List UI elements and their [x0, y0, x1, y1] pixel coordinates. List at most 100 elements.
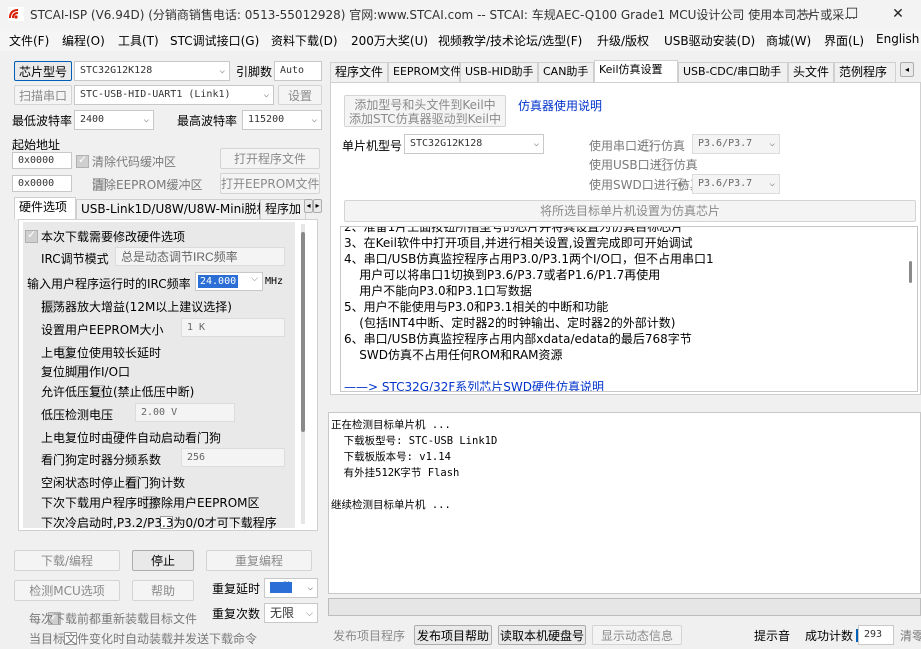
auto-load-label: 当目标文件变化时自动装载并发送下载命令 — [29, 632, 258, 646]
max-baud-select[interactable]: 115200 ⌵ — [242, 110, 322, 130]
sim-notes-content: 2、准备1片上面按钮所指型号的芯片并将其设置为仿真目标芯片 3、在Keil软件中… — [344, 226, 904, 391]
tab-eeprom-file[interactable]: EEPROM文件 — [388, 62, 461, 82]
tab-scroll-left-icon[interactable]: ◂ — [900, 62, 914, 77]
modify-hw-checkbox[interactable] — [25, 228, 38, 243]
max-baud-value: 115200 — [248, 114, 285, 125]
note-line: 用户不能向P3.0和P3.1口写数据 — [344, 284, 532, 298]
pin-count-select[interactable]: Auto — [274, 61, 322, 81]
modify-hw-label: 本次下载需要修改硬件选项 — [41, 230, 186, 244]
maximize-button[interactable]: ☐ — [829, 0, 875, 29]
osc-gain-label: 振荡器放大增益(12M以上建议选择) — [41, 300, 232, 314]
tab-scroll-left-icon[interactable]: ◂ — [304, 199, 313, 213]
repeat-count-select[interactable]: 无限 ⌵ — [264, 603, 318, 623]
repeat-delay-select[interactable]: 3 秒 ⌵ — [264, 578, 318, 598]
menu-videos[interactable]: 视频教学/技术论坛/选型(F) — [438, 32, 582, 49]
menu-debug-interface[interactable]: STC调试接口(G) — [170, 32, 259, 49]
publish-help-button[interactable]: 发布项目帮助 — [414, 625, 492, 645]
irc-mode-label: IRC调节模式 — [41, 252, 109, 266]
log-content: 正在检测目标单片机 ... 下载板型号: STC-USB Link1D 下载板版… — [331, 417, 497, 513]
tab-usb-hid[interactable]: USB-HID助手 — [460, 62, 538, 82]
irc-mode-select[interactable]: 总是动态调节IRC频率 — [115, 247, 285, 266]
window-title: STCAI-ISP (V6.94D) (分销商销售电话: 0513-550129… — [30, 8, 856, 22]
download-button[interactable]: 下载/编程 — [14, 550, 120, 571]
menu-interface[interactable]: 界面(L) — [824, 32, 864, 49]
open-eeprom-button[interactable]: 打开EEPROM文件 — [220, 173, 320, 194]
read-serial-button[interactable]: 读取本机硬盘号 — [498, 625, 586, 645]
hardware-scrollbar-thumb[interactable] — [301, 232, 305, 432]
mcu-model-value: STC32G12K128 — [410, 138, 483, 149]
sim-notes-textarea[interactable]: 2、准备1片上面按钮所指型号的芯片并将其设置为仿真目标芯片 3、在Keil软件中… — [340, 226, 918, 392]
menu-shop[interactable]: 商城(W) — [766, 32, 811, 49]
menu-upgrade[interactable]: 升级/版权 — [597, 32, 649, 49]
progress-bar — [328, 598, 921, 616]
swd-guide-link[interactable]: ——> STC32G/32F系列芯片SWD硬件仿真说明 — [344, 379, 904, 391]
clear-count-button[interactable]: 清零 — [900, 627, 921, 644]
tab-scroll-right-icon[interactable]: ▸ — [313, 199, 322, 213]
tab-program-file[interactable]: 程序文件 — [330, 62, 388, 82]
sim-guide-link[interactable]: 仿真器使用说明 — [518, 97, 602, 114]
code-address-input[interactable]: 0x0000 — [12, 152, 72, 169]
settings-button[interactable]: 设置 — [278, 85, 322, 105]
menu-english[interactable]: English — [876, 32, 919, 46]
eeprom-size-label: 设置用户EEPROM大小 — [41, 323, 164, 337]
menu-file[interactable]: 文件(F) — [9, 32, 49, 49]
scan-port-button[interactable]: 扫描串口 — [14, 85, 72, 105]
menu-tools[interactable]: 工具(T) — [118, 32, 159, 49]
help-button[interactable]: 帮助 — [132, 580, 194, 601]
publish-program-button[interactable]: 发布项目程序 — [330, 625, 408, 645]
note-line: 用户可以将串口1切换到P3.6/P3.7或者P1.6/P1.7再使用 — [344, 268, 661, 282]
log-output[interactable]: 正在检测目标单片机 ... 下载板型号: STC-USB Link1D 下载板版… — [328, 412, 921, 594]
detect-mcu-button[interactable]: 检测MCU选项 — [14, 580, 120, 601]
irc-freq-input[interactable]: 24.000 ⌵ — [195, 272, 263, 291]
swd-sim-select[interactable]: P3.6/P3.7 ⌵ — [692, 174, 780, 194]
tab-usb-link-offline[interactable]: USB-Link1D/U8W/U8W-Mini脱机 — [76, 199, 269, 219]
chip-model-button[interactable]: 芯片型号 — [14, 61, 72, 81]
set-sim-chip-button[interactable]: 将所选目标单片机设置为仿真芯片 — [344, 200, 916, 222]
tab-hardware-options[interactable]: 硬件选项 — [14, 197, 76, 219]
max-baud-label: 最高波特率 — [177, 114, 238, 128]
tab-keil-sim[interactable]: Keil仿真设置 — [594, 60, 678, 82]
lvd-voltage-select[interactable]: 2.00 V — [135, 403, 235, 422]
tab-usb-cdc[interactable]: USB-CDC/串口助手 — [678, 62, 788, 82]
chevron-down-icon: ⌵ — [533, 139, 539, 149]
close-button[interactable]: ✕ — [875, 0, 921, 29]
port-select[interactable]: STC-USB-HID-UART1 (Link1) ⌵ — [74, 85, 274, 105]
port-value: STC-USB-HID-UART1 (Link1) — [80, 89, 231, 100]
menu-usb-driver[interactable]: USB驱动安装(D) — [664, 32, 755, 49]
mcu-model-label: 单片机型号 — [342, 139, 403, 153]
reset-pin-label: 复位脚用作I/O口 — [41, 365, 131, 379]
repeat-count-value: 无限 — [270, 606, 295, 620]
eeprom-size-select[interactable]: 1 K — [181, 318, 285, 337]
notes-scrollbar-thumb[interactable] — [909, 261, 912, 283]
menu-downloads[interactable]: 资料下载(D) — [271, 32, 338, 49]
tab-examples[interactable]: 范例程序 — [834, 62, 896, 82]
tab-can-helper[interactable]: CAN助手 — [538, 62, 594, 82]
menu-program[interactable]: 编程(O) — [62, 32, 105, 49]
clear-code-checkbox[interactable] — [76, 153, 89, 168]
menu-prize[interactable]: 200万大奖(U) — [351, 32, 428, 49]
minimize-button[interactable]: — — [783, 0, 829, 29]
wdt-div-select[interactable]: 256 — [181, 448, 285, 467]
log-line: 有外挂512K字节 Flash — [331, 467, 460, 479]
serial-sim-select[interactable]: P3.6/P3.7 ⌵ — [692, 134, 780, 154]
note-line: 2、准备1片上面按钮所指型号的芯片并将其设置为仿真目标芯片 — [344, 226, 684, 234]
note-line: (包括INT4中断、定时器2的时钟输出、定时器2的外部计数) — [344, 316, 676, 330]
open-program-button[interactable]: 打开程序文件 — [220, 148, 320, 169]
tab-program-encrypt[interactable]: 程序加 — [260, 199, 306, 219]
app-icon — [8, 7, 24, 21]
reload-label: 每次下载前都重新装载目标文件 — [29, 612, 198, 626]
notes-scrollbar-track[interactable] — [905, 227, 917, 391]
eeprom-address-input[interactable]: 0x0000 — [12, 175, 72, 192]
eeprom-address-value: 0x0000 — [18, 178, 55, 189]
lvd-voltage-value: 2.00 V — [141, 407, 178, 418]
tab-header-file[interactable]: 头文件 — [788, 62, 834, 82]
min-baud-label: 最低波特率 — [12, 114, 73, 128]
stop-button[interactable]: 停止 — [132, 550, 194, 571]
show-dynamic-button[interactable]: 显示动态信息 — [592, 625, 682, 645]
chip-model-select[interactable]: STC32G12K128 ⌵ — [74, 61, 230, 81]
mcu-model-select[interactable]: STC32G12K128 ⌵ — [404, 134, 544, 154]
add-keil-button[interactable]: 添加型号和头文件到Keil中 添加STC仿真器驱动到Keil中 — [344, 95, 506, 127]
min-baud-select[interactable]: 2400 ⌵ — [74, 110, 154, 130]
reprogram-button[interactable]: 重复编程 — [206, 550, 312, 571]
note-line: 6、串口/USB仿真监控程序占用内部xdata/edata的最后768字节 — [344, 332, 692, 346]
